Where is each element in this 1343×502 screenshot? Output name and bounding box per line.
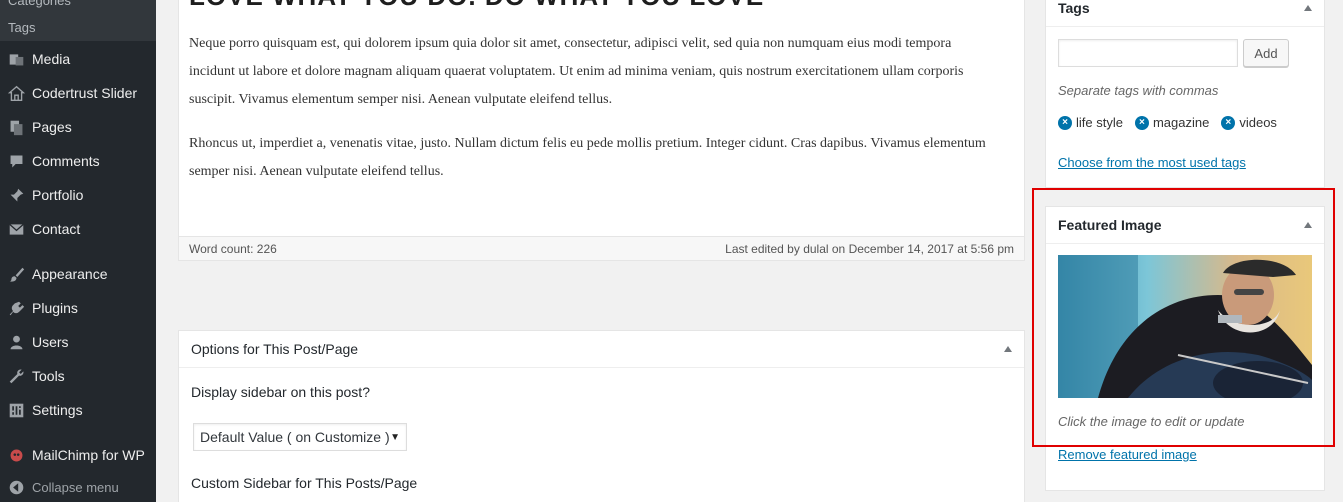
choose-most-used-tags-link[interactable]: Choose from the most used tags xyxy=(1058,155,1246,170)
mailchimp-icon xyxy=(6,445,26,465)
remove-tag-icon[interactable]: × xyxy=(1221,115,1236,130)
sidebar-item-appearance[interactable]: Appearance xyxy=(0,257,156,291)
tags-box: Tags Add Separate tags with commas × lif… xyxy=(1045,0,1325,188)
options-box-header[interactable]: Options for This Post/Page xyxy=(179,331,1024,368)
post-heading: LOVE WHAT YOU DO. DO WHAT YOU LOVE xyxy=(189,0,764,12)
plugins-icon xyxy=(6,298,26,318)
sidebar-item-label: Users xyxy=(32,334,69,350)
sidebar-item-users[interactable]: Users xyxy=(0,325,156,359)
sidebar-select[interactable]: Default Value ( on Customize ) ▼ xyxy=(193,423,407,451)
tags-hint: Separate tags with commas xyxy=(1058,83,1219,98)
tag-item: × videos xyxy=(1221,115,1277,130)
comments-icon xyxy=(6,151,26,171)
tag-label: life style xyxy=(1076,115,1123,130)
sidebar-item-codertrust-slider[interactable]: Codertrust Slider xyxy=(0,76,156,110)
collapse-toggle-icon[interactable] xyxy=(1004,346,1012,352)
sidebar-item-label: Settings xyxy=(32,402,83,418)
tag-item: × life style xyxy=(1058,115,1123,130)
remove-tag-icon[interactable]: × xyxy=(1058,115,1072,130)
last-edited: Last edited by dulal on December 14, 201… xyxy=(725,241,1014,256)
sidebar-select-value: Default Value ( on Customize ) xyxy=(200,429,390,445)
post-options-box: Options for This Post/Page Display sideb… xyxy=(178,330,1025,502)
users-icon xyxy=(6,332,26,352)
sidebar-item-label: Pages xyxy=(32,119,72,135)
sidebar-item-label: Plugins xyxy=(32,300,78,316)
sidebar-item-settings[interactable]: Settings xyxy=(0,393,156,427)
sidebar-item-label: Appearance xyxy=(32,266,108,282)
sidebar-item-label: Codertrust Slider xyxy=(32,85,138,101)
tags-box-header[interactable]: Tags xyxy=(1046,0,1324,27)
pages-icon xyxy=(6,117,26,137)
add-tag-button[interactable]: Add xyxy=(1243,39,1289,67)
sidebar-item-portfolio[interactable]: Portfolio xyxy=(0,178,156,212)
admin-sidebar: Categories Tags Media Codertrust Slider … xyxy=(0,0,156,502)
sidebar-item-tools[interactable]: Tools xyxy=(0,359,156,393)
settings-icon xyxy=(6,400,26,420)
sidebar-item-label: Contact xyxy=(32,221,81,237)
pin-icon xyxy=(6,185,26,205)
display-sidebar-label: Display sidebar on this post? xyxy=(191,384,370,400)
sidebar-item-media[interactable]: Media xyxy=(0,42,156,76)
chevron-down-icon: ▼ xyxy=(390,431,400,443)
highlight-annotation-box xyxy=(1032,188,1335,447)
sidebar-item-contact[interactable]: Contact xyxy=(0,212,156,246)
post-editor[interactable]: LOVE WHAT YOU DO. DO WHAT YOU LOVE Neque… xyxy=(178,0,1025,261)
brush-icon xyxy=(6,264,26,284)
sidebar-item-comments[interactable]: Comments xyxy=(0,144,156,178)
tag-label: videos xyxy=(1239,115,1277,130)
options-box-title: Options for This Post/Page xyxy=(191,341,359,357)
custom-sidebar-label: Custom Sidebar for This Posts/Page xyxy=(191,475,418,491)
sidebar-item-pages[interactable]: Pages xyxy=(0,110,156,144)
sidebar-item-label: MailChimp for WP xyxy=(32,447,145,463)
home-icon xyxy=(6,83,26,103)
sidebar-item-label: Comments xyxy=(32,153,100,169)
sidebar-item-label: Portfolio xyxy=(32,187,84,203)
new-tag-input[interactable] xyxy=(1058,39,1238,67)
sidebar-item-label: Tools xyxy=(32,368,65,384)
post-paragraph-2: Rhoncus ut, imperdiet a, venenatis vitae… xyxy=(189,136,986,179)
collapse-toggle-icon[interactable] xyxy=(1304,4,1312,11)
submenu-tags[interactable]: Tags xyxy=(0,14,156,41)
editor-statusbar: Word count: 226 Last edited by dulal on … xyxy=(179,236,1024,260)
mail-icon xyxy=(6,219,26,239)
collapse-icon xyxy=(6,477,26,497)
sidebar-item-label: Collapse menu xyxy=(32,479,119,495)
media-icon xyxy=(6,49,26,69)
tag-label: magazine xyxy=(1152,115,1210,130)
remove-featured-image-link[interactable]: Remove featured image xyxy=(1058,447,1197,462)
submenu-categories[interactable]: Categories xyxy=(0,0,156,14)
word-count: Word count: 226 xyxy=(189,241,277,256)
remove-tag-icon[interactable]: × xyxy=(1134,115,1149,130)
tag-list: × life style × magazine × videos xyxy=(1058,115,1277,130)
sidebar-item-plugins[interactable]: Plugins xyxy=(0,291,156,325)
sidebar-item-mailchimp[interactable]: MailChimp for WP xyxy=(0,438,156,472)
post-paragraph-1: Neque porro quisquam est, qui dolorem ip… xyxy=(189,36,964,107)
wrench-icon xyxy=(6,366,26,386)
sidebar-collapse-menu[interactable]: Collapse menu xyxy=(0,472,156,502)
sidebar-item-label: Media xyxy=(32,51,71,67)
tag-item: × magazine xyxy=(1134,115,1210,130)
tags-box-title: Tags xyxy=(1058,0,1090,16)
posts-submenu: Categories Tags xyxy=(0,0,156,41)
